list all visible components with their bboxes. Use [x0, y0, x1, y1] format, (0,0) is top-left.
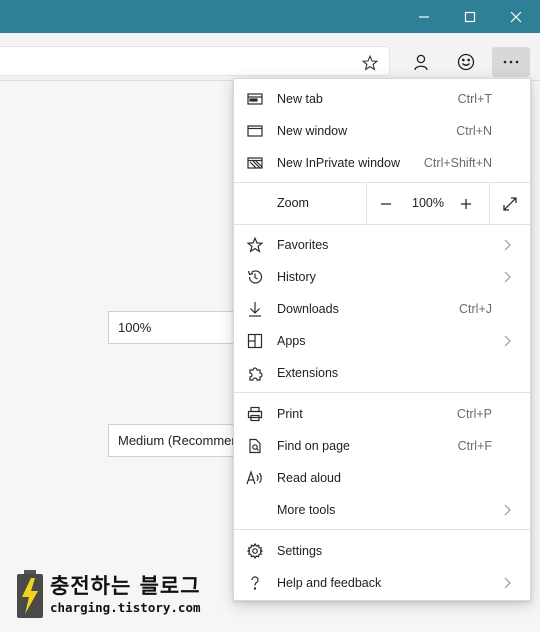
menu-separator	[234, 224, 530, 225]
zoom-value: 100%	[412, 196, 444, 210]
print-icon	[246, 405, 264, 423]
download-icon	[246, 300, 264, 318]
zoom-out-button[interactable]	[367, 183, 405, 224]
menu-separator	[234, 529, 530, 530]
fullscreen-icon	[503, 196, 517, 211]
menu-item-extensions[interactable]: Extensions	[234, 357, 530, 389]
menu-item-new-window[interactable]: New window Ctrl+N	[234, 115, 530, 147]
menu-item-downloads[interactable]: Downloads Ctrl+J	[234, 293, 530, 325]
menu-item-apps[interactable]: Apps	[234, 325, 530, 357]
menu-item-shortcut: Ctrl+J	[459, 302, 492, 316]
menu-item-label: Print	[277, 407, 303, 421]
menu-item-label: Extensions	[277, 366, 339, 380]
menu-item-label: Apps	[277, 334, 306, 348]
menu-item-label: Favorites	[277, 238, 329, 252]
star-icon	[246, 236, 264, 254]
extensions-icon	[246, 364, 264, 382]
menu-item-label: Downloads	[277, 302, 339, 316]
inprivate-icon	[246, 154, 264, 172]
menu-item-more-tools[interactable]: More tools	[234, 494, 530, 526]
apps-icon	[246, 332, 264, 350]
font-size-select[interactable]: Medium (Recommended)	[108, 424, 248, 457]
close-button[interactable]	[493, 0, 539, 33]
gear-icon	[246, 542, 264, 560]
close-icon	[510, 11, 522, 22]
settings-and-more-menu: New tab Ctrl+T New window Ctrl+N New InP…	[233, 78, 531, 601]
fullscreen-button[interactable]	[491, 183, 529, 224]
menu-item-shortcut: Ctrl+N	[456, 124, 492, 138]
new-window-icon	[246, 122, 264, 140]
maximize-icon	[464, 11, 476, 22]
ellipsis-icon	[503, 60, 519, 64]
menu-item-new-inprivate-window[interactable]: New InPrivate window Ctrl+Shift+N	[234, 147, 530, 179]
battery-bolt-logo	[17, 570, 43, 618]
menu-item-shortcut: Ctrl+P	[456, 407, 492, 421]
menu-item-label: Settings	[277, 544, 323, 558]
menu-item-settings[interactable]: Settings	[234, 535, 530, 567]
question-icon	[246, 574, 264, 592]
address-bar[interactable]	[0, 46, 390, 76]
settings-and-more-button[interactable]	[492, 47, 530, 77]
menu-separator	[234, 392, 530, 393]
menu-item-label: New InPrivate window	[277, 156, 400, 170]
menu-item-read-aloud[interactable]: Read aloud	[234, 462, 530, 494]
minus-icon	[381, 202, 391, 205]
menu-item-label: History	[277, 270, 316, 284]
page-zoom-select[interactable]: 100%	[108, 311, 248, 344]
menu-item-shortcut: Ctrl+Shift+N	[423, 156, 492, 170]
menu-item-shortcut: Ctrl+T	[457, 92, 492, 106]
find-icon	[246, 437, 264, 455]
feedback-button[interactable]	[447, 47, 485, 77]
zoom-row: Zoom 100%	[234, 183, 530, 224]
minimize-icon	[419, 15, 429, 18]
star-outline-icon	[362, 55, 378, 71]
menu-item-label: New window	[277, 124, 348, 138]
add-favorite-button[interactable]	[357, 51, 383, 75]
watermark-url: charging.tistory.com	[50, 600, 201, 615]
new-tab-icon	[246, 90, 264, 108]
chevron-right-icon	[503, 335, 513, 347]
browser-toolbar	[0, 33, 540, 81]
menu-item-help-and-feedback[interactable]: Help and feedback	[234, 567, 530, 599]
plus-icon	[461, 198, 471, 209]
chevron-right-icon	[503, 271, 513, 283]
menu-item-shortcut: Ctrl+F	[457, 439, 492, 453]
menu-item-label: New tab	[277, 92, 323, 106]
menu-item-find-on-page[interactable]: Find on page Ctrl+F	[234, 430, 530, 462]
read-aloud-icon	[246, 469, 264, 487]
minimize-button[interactable]	[401, 0, 447, 33]
menu-item-label: More tools	[277, 503, 336, 517]
person-icon	[414, 54, 428, 71]
menu-item-label: Read aloud	[277, 471, 341, 485]
menu-item-label: Help and feedback	[277, 576, 382, 590]
watermark: 충전하는 블로그 charging.tistory.com	[16, 568, 216, 620]
maximize-button[interactable]	[447, 0, 493, 33]
chevron-right-icon	[503, 239, 513, 251]
menu-item-favorites[interactable]: Favorites	[234, 229, 530, 261]
profile-button[interactable]	[402, 47, 440, 77]
chevron-right-icon	[503, 504, 513, 516]
zoom-in-button[interactable]	[447, 183, 485, 224]
zoom-divider	[489, 183, 490, 224]
history-icon	[246, 268, 264, 286]
menu-item-label: Find on page	[277, 439, 350, 453]
watermark-title: 충전하는 블로그	[50, 574, 201, 598]
chevron-right-icon	[503, 577, 513, 589]
title-bar	[0, 0, 540, 33]
menu-item-print[interactable]: Print Ctrl+P	[234, 398, 530, 430]
zoom-label: Zoom	[277, 196, 309, 210]
menu-item-new-tab[interactable]: New tab Ctrl+T	[234, 83, 530, 115]
smiley-icon	[457, 53, 475, 71]
menu-item-history[interactable]: History	[234, 261, 530, 293]
